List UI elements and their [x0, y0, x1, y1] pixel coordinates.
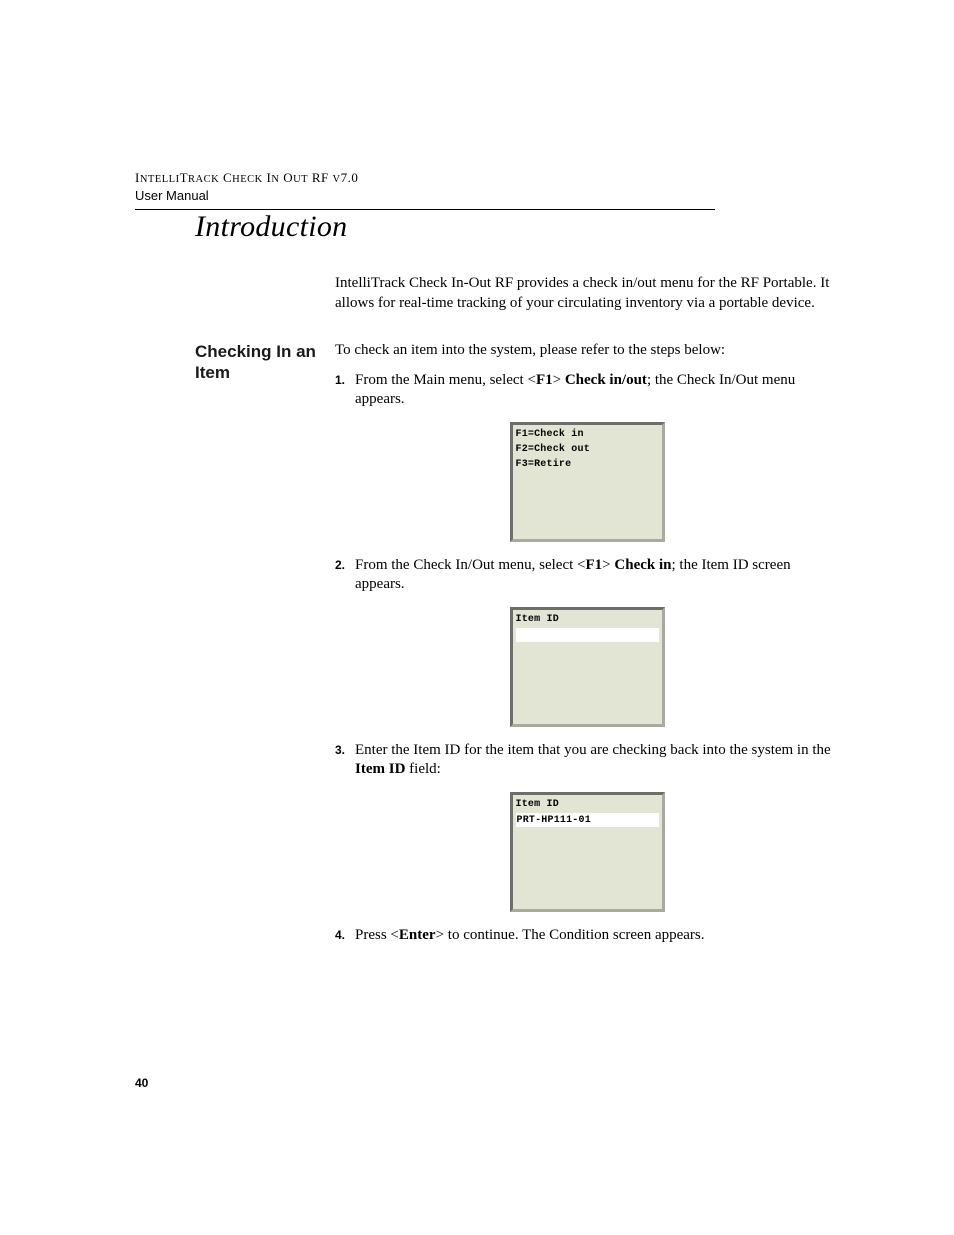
step-text: Enter the Item ID for the item that you …	[355, 741, 839, 780]
step-4: 4. Press <Enter> to continue. The Condit…	[335, 926, 839, 946]
section-heading: Checking In an Item	[195, 341, 325, 384]
header-doctype: User Manual	[135, 188, 839, 203]
step-text: From the Check In/Out menu, select <F1> …	[355, 556, 839, 595]
terminal-input: PRT-HP111-01	[516, 813, 659, 827]
section-lead: To check an item into the system, please…	[335, 341, 839, 361]
step-2: 2. From the Check In/Out menu, select <F…	[335, 556, 839, 595]
terminal-line: F2=Check out	[516, 442, 659, 457]
intro-paragraph: IntelliTrack Check In-Out RF provides a …	[335, 274, 839, 313]
step-number: 3.	[335, 741, 355, 780]
page-content: INTELLITRACK CHECK IN OUT RF V7.0 User M…	[0, 0, 954, 951]
step-text: Press <Enter> to continue. The Condition…	[355, 926, 839, 946]
terminal-input	[516, 628, 659, 642]
step-1: 1. From the Main menu, select <F1> Check…	[335, 371, 839, 410]
page-number: 40	[135, 1076, 148, 1090]
terminal-line: F3=Retire	[516, 457, 659, 472]
step-3: 3. Enter the Item ID for the item that y…	[335, 741, 839, 780]
header-product: INTELLITRACK CHECK IN OUT RF V7.0	[135, 170, 839, 186]
terminal-label: Item ID	[516, 612, 659, 627]
step-text: From the Main menu, select <F1> Check in…	[355, 371, 839, 410]
terminal-itemid-blank-screenshot: Item ID	[510, 607, 665, 727]
terminal-menu-screenshot: F1=Check in F2=Check out F3=Retire	[510, 422, 665, 542]
terminal-label: Item ID	[516, 797, 659, 812]
terminal-itemid-filled-screenshot: Item ID PRT-HP111-01	[510, 792, 665, 912]
terminal-line: F1=Check in	[516, 427, 659, 442]
step-number: 4.	[335, 926, 355, 946]
step-number: 2.	[335, 556, 355, 595]
page-title: Introduction	[195, 210, 839, 244]
step-number: 1.	[335, 371, 355, 410]
